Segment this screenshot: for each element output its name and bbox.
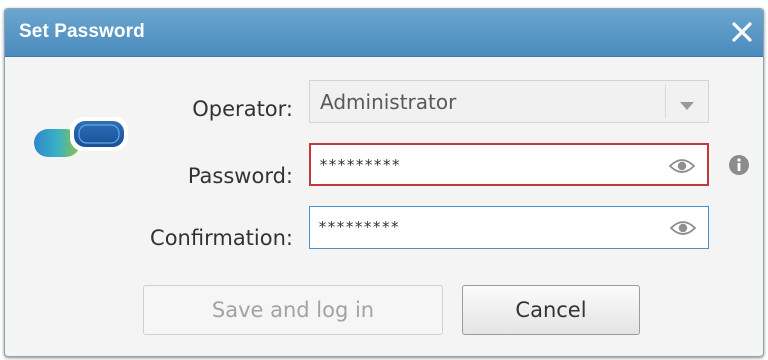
- confirmation-field-container: [309, 206, 709, 249]
- eye-icon[interactable]: [668, 157, 696, 175]
- close-icon[interactable]: [729, 19, 755, 45]
- cancel-button[interactable]: Cancel: [462, 285, 640, 335]
- chevron-down-icon[interactable]: [678, 97, 696, 110]
- password-input[interactable]: [319, 151, 659, 179]
- app-logo-icon: [32, 113, 132, 163]
- password-field-container: [309, 143, 709, 186]
- dialog-title: Set Password: [19, 21, 145, 42]
- operator-select[interactable]: Administrator: [309, 80, 709, 123]
- eye-icon[interactable]: [669, 219, 697, 237]
- operator-value: Administrator: [320, 90, 457, 114]
- save-and-login-button[interactable]: Save and log in: [143, 285, 443, 335]
- info-icon[interactable]: [728, 154, 750, 176]
- select-divider: [665, 85, 666, 118]
- titlebar: Set Password: [5, 9, 763, 57]
- password-label: Password:: [187, 164, 293, 188]
- confirmation-input[interactable]: [318, 213, 658, 241]
- confirmation-label: Confirmation:: [150, 226, 293, 250]
- operator-label: Operator:: [192, 97, 293, 121]
- set-password-dialog: Set Password Operator: Administrator Pas…: [4, 8, 764, 357]
